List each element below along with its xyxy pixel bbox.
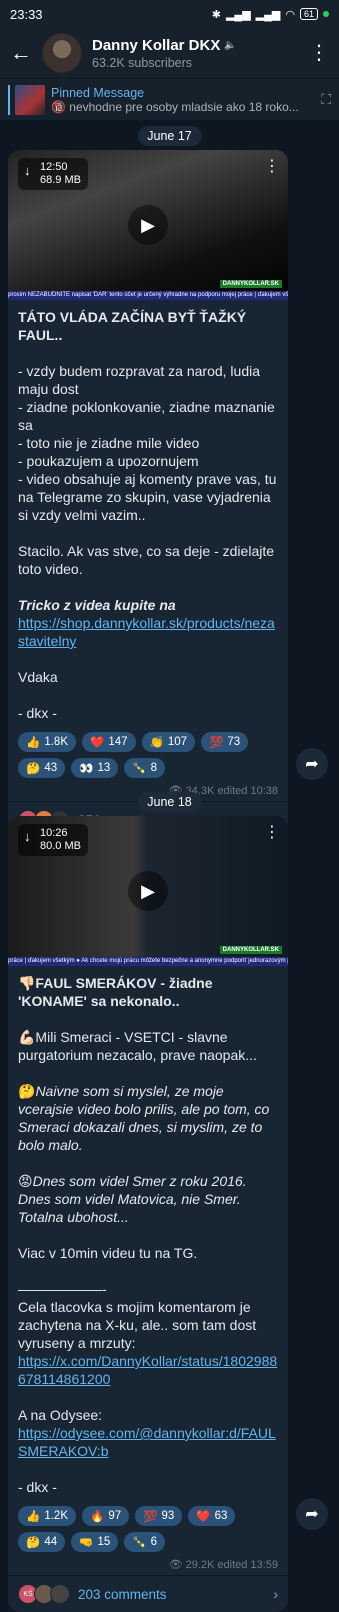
odysee-link[interactable]: https://odysee.com/@dannykollar:d/FAULSM… xyxy=(18,1425,276,1459)
chevron-right-icon: › xyxy=(273,1586,278,1602)
video-size: 80.0 MB xyxy=(40,840,81,852)
video-caption-strip: práce | ďakujem všetkým ● Ak chcete mojú… xyxy=(8,957,288,966)
post-meta: 👁 29.2K edited 13:59 xyxy=(8,1552,288,1575)
video-thumbnail[interactable]: ↓ 12:50 68.9 MB ▶ ⋮ DANNYKOLLAR.SK prosi… xyxy=(8,150,288,300)
video-info-badge[interactable]: ↓ 12:50 68.9 MB xyxy=(18,158,88,190)
post-line: - ziadne poklonkovanie, ziadne maznanie … xyxy=(18,399,275,433)
reaction-chip[interactable]: 🤜 15 xyxy=(71,1532,119,1552)
channel-post: ↓ 10:26 80.0 MB ▶ ⋮ DANNYKOLLAR.SK práce… xyxy=(8,816,288,1612)
post-paragraph: Viac v 10min videu tu na TG. xyxy=(18,1245,198,1261)
reaction-chip[interactable]: 👍 1.8K xyxy=(18,732,76,752)
reaction-chip[interactable]: 🔥 97 xyxy=(82,1506,130,1526)
post-paragraph: Naivne som si myslel, ze moje vcerajsie … xyxy=(18,1083,270,1153)
wifi-icon: ◠ xyxy=(285,8,295,21)
signature: - dkx - xyxy=(18,1479,57,1495)
video-info-badge[interactable]: ↓ 10:26 80.0 MB xyxy=(18,824,88,856)
pinned-label: Pinned Message xyxy=(51,85,145,100)
reactions-row: 👍 1.2K 🔥 97 💯 93 ❤️ 63 🤔 44 🤜 15 🍾 6 xyxy=(8,1502,288,1552)
comments-count: 203 comments xyxy=(78,1586,167,1602)
status-icons: ✱ ▂▄▆ ▂▄▆ ◠ 61 xyxy=(212,8,329,21)
post-title: 👎🏻FAUL SMERÁKOV - žiadne 'KONAME' sa nek… xyxy=(18,975,213,1009)
channel-post: ↓ 12:50 68.9 MB ▶ ⋮ DANNYKOLLAR.SK prosi… xyxy=(8,150,288,838)
angry-emoji: 😡 xyxy=(18,1173,33,1189)
post-paragraph: Stacilo. Ak vas stve, co sa deje - zdiel… xyxy=(18,543,275,577)
reaction-chip[interactable]: 🤔 43 xyxy=(18,758,66,778)
play-icon[interactable]: ▶ xyxy=(128,871,168,911)
channel-avatar[interactable] xyxy=(42,33,82,73)
post-line: - vzdy budem rozpravat za narod, ludia m… xyxy=(18,363,261,397)
video-watermark: DANNYKOLLAR.SK xyxy=(219,280,282,288)
chat-area: June 17 ↓ 12:50 68.9 MB ▶ ⋮ DANNYKOLLAR.… xyxy=(0,120,339,1612)
reaction-chip[interactable]: 🍾 8 xyxy=(124,758,165,778)
post-paragraph: 💪🏻Mili Smeraci - VSETCI - slavne purgato… xyxy=(18,1029,257,1063)
subscriber-count: 63.2K subscribers xyxy=(92,55,193,70)
post-paragraph: Cela tlacovka s mojim komentarom je zach… xyxy=(18,1299,257,1351)
reaction-chip[interactable]: ❤️ 63 xyxy=(188,1506,236,1526)
channel-title-area[interactable]: Danny Kollar DKX 🔈 63.2K subscribers xyxy=(92,37,309,70)
reaction-chip[interactable]: 👏 107 xyxy=(141,732,196,752)
status-time: 23:33 xyxy=(10,6,43,22)
chat-header: ← Danny Kollar DKX 🔈 63.2K subscribers ⋮ xyxy=(0,28,339,78)
channel-title: Danny Kollar DKX xyxy=(92,36,221,54)
play-icon[interactable]: ▶ xyxy=(128,205,168,245)
signal-icon-2: ▂▄▆ xyxy=(255,8,281,21)
download-icon[interactable]: ↓ xyxy=(24,164,31,177)
video-caption-strip: prosim NEZABUDNITE napisat 'DAR' tento ú… xyxy=(8,291,288,300)
video-duration: 10:26 xyxy=(40,827,68,839)
shop-label: Tricko z videa kupite na xyxy=(18,597,176,613)
video-thumbnail[interactable]: ↓ 10:26 80.0 MB ▶ ⋮ DANNYKOLLAR.SK práce… xyxy=(8,816,288,966)
back-arrow-icon[interactable]: ← xyxy=(10,40,38,66)
thinking-emoji: 🤔 xyxy=(18,1083,36,1099)
commenter-avatar xyxy=(50,1584,70,1604)
signature: - dkx - xyxy=(18,705,57,721)
edited-time: edited 10:38 xyxy=(217,785,278,797)
battery-icon: 61 xyxy=(299,8,318,20)
post-text: 👎🏻FAUL SMERÁKOV - žiadne 'KONAME' sa nek… xyxy=(8,966,288,1496)
comments-button[interactable]: KŠ 203 comments › xyxy=(8,1575,288,1612)
privacy-indicator-icon xyxy=(323,11,329,17)
pinned-text: 🔞 nevhodne pre osoby mladsie ako 18 roko… xyxy=(51,99,299,114)
reactions-row: 👍 1.8K ❤️ 147 👏 107 💯 73 🤔 43 👀 13 🍾 8 xyxy=(8,728,288,778)
signal-icon: ▂▄▆ xyxy=(225,8,251,21)
divider-text: ——————- xyxy=(18,1281,107,1297)
more-options-icon[interactable]: ⋮ xyxy=(309,43,329,63)
reaction-chip[interactable]: 👍 1.2K xyxy=(18,1506,76,1526)
reaction-chip[interactable]: 🍾 6 xyxy=(124,1532,165,1552)
reaction-chip[interactable]: 👀 13 xyxy=(71,758,119,778)
pinned-thumbnail xyxy=(15,84,45,115)
muted-icon: 🔈 xyxy=(224,39,237,51)
reaction-chip[interactable]: 💯 93 xyxy=(135,1506,183,1526)
status-bar: 23:33 ✱ ▂▄▆ ▂▄▆ ◠ 61 xyxy=(0,0,339,28)
date-separator: June 18 xyxy=(137,792,202,812)
post-line: - poukazujem a upozornujem xyxy=(18,453,199,469)
post-text: TÁTO VLÁDA ZAČÍNA BYŤ ŤAŽKÝ FAUL.. - vzd… xyxy=(8,300,288,722)
pinned-indicator xyxy=(8,84,10,115)
post-paragraph: Dnes som videl Smer z roku 2016. Dnes so… xyxy=(18,1173,247,1225)
video-watermark: DANNYKOLLAR.SK xyxy=(219,946,282,954)
reaction-chip[interactable]: 🤔 44 xyxy=(18,1532,66,1552)
view-count: 👁 29.2K xyxy=(168,1559,215,1571)
video-size: 68.9 MB xyxy=(40,174,81,186)
media-menu-icon[interactable]: ⋮ xyxy=(264,822,280,842)
bluetooth-icon: ✱ xyxy=(211,8,221,21)
edited-time: edited 13:59 xyxy=(217,1559,278,1571)
media-menu-icon[interactable]: ⋮ xyxy=(264,156,280,176)
post-title: TÁTO VLÁDA ZAČÍNA BYŤ ŤAŽKÝ FAUL.. xyxy=(18,309,247,343)
post-line: - video obsahuje aj komenty prave vas, t… xyxy=(18,471,277,523)
thanks-text: Vdaka xyxy=(18,669,58,685)
share-icon[interactable]: ➦ xyxy=(296,748,328,780)
pinned-list-icon[interactable]: ⛶ xyxy=(321,91,331,108)
x-link[interactable]: https://x.com/DannyKollar/status/1802988… xyxy=(18,1353,277,1387)
pinned-message-bar[interactable]: Pinned Message 🔞 nevhodne pre osoby mlad… xyxy=(0,78,339,120)
date-separator: June 17 xyxy=(137,126,202,146)
post-line: - toto nie je ziadne mile video xyxy=(18,435,200,451)
odysee-label: A na Odysee: xyxy=(18,1407,103,1423)
share-icon[interactable]: ➦ xyxy=(296,1498,328,1530)
shop-link[interactable]: https://shop.dannykollar.sk/products/nez… xyxy=(18,615,275,649)
reaction-chip[interactable]: 💯 73 xyxy=(201,732,249,752)
reaction-chip[interactable]: ❤️ 147 xyxy=(82,732,136,752)
download-icon[interactable]: ↓ xyxy=(24,830,31,843)
video-duration: 12:50 xyxy=(40,161,68,173)
